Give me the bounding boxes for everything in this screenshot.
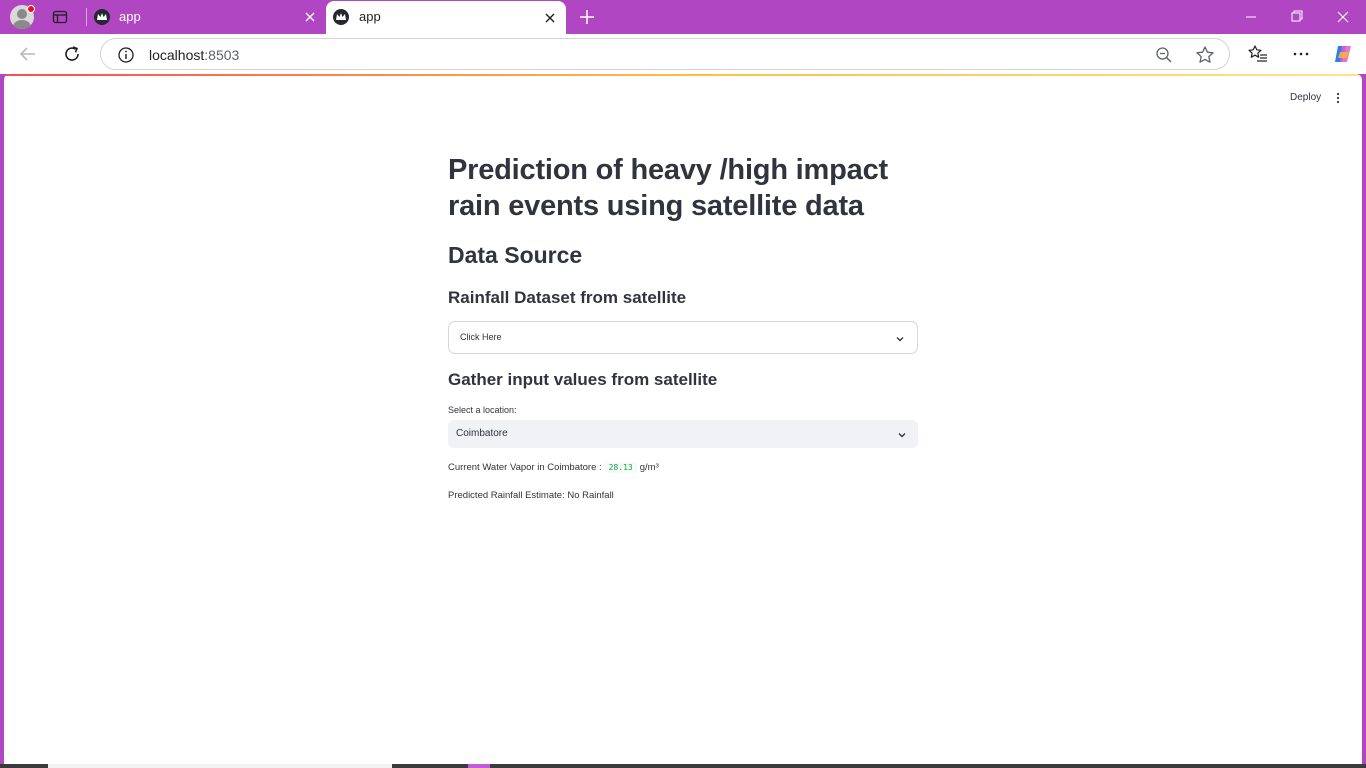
tab-close-icon[interactable] (542, 10, 558, 26)
location-label: Select a location: (448, 405, 517, 415)
browser-tab-2-active[interactable]: app (326, 1, 566, 34)
deploy-button[interactable]: Deploy (1290, 92, 1321, 103)
more-options-icon[interactable] (1291, 44, 1311, 64)
location-select-value: Coimbatore (456, 428, 508, 439)
rainfall-prediction-text: Predicted Rainfall Estimate: No Rainfall (448, 490, 614, 501)
browser-tab-1[interactable]: app (86, 0, 326, 34)
window-close-icon[interactable] (1320, 0, 1366, 34)
back-arrow-icon[interactable] (16, 42, 40, 66)
browser-toolbar: localhost:8503 (0, 34, 1366, 74)
main-menu-icon[interactable] (1332, 91, 1344, 104)
taskbar-edge (0, 764, 1366, 768)
streamlit-favicon-icon (94, 9, 110, 25)
streamlit-favicon-icon (333, 9, 349, 25)
favorite-star-icon[interactable] (1195, 45, 1215, 65)
water-vapor-value: 28.13 (604, 462, 637, 473)
new-tab-plus-icon[interactable] (578, 8, 596, 26)
url-text[interactable]: localhost:8503 (149, 47, 239, 63)
water-vapor-unit: g/m³ (639, 462, 659, 473)
window-minimize-icon[interactable] (1228, 0, 1274, 34)
location-select[interactable]: Coimbatore (448, 420, 918, 448)
browser-titlebar: app app (0, 0, 1366, 34)
favorites-list-icon[interactable] (1248, 44, 1268, 64)
tab-title: app (119, 9, 141, 24)
dataset-select-value: Click Here (460, 332, 502, 342)
notification-dot (27, 5, 35, 13)
water-vapor-readout: Current Water Vapor in Coimbatore :28.13… (448, 462, 659, 473)
tab-title: app (359, 9, 381, 24)
reload-icon[interactable] (60, 42, 84, 66)
gather-input-heading: Gather input values from satellite (448, 370, 718, 389)
rainfall-dataset-heading: Rainfall Dataset from satellite (448, 288, 687, 307)
header-decoration-bar (4, 74, 1362, 76)
water-vapor-label: Current Water Vapor in Coimbatore : (448, 462, 602, 473)
zoom-out-icon[interactable] (1155, 46, 1173, 64)
copilot-icon[interactable] (1332, 43, 1354, 65)
tab-close-icon[interactable] (302, 9, 318, 25)
data-source-heading: Data Source (448, 242, 583, 268)
address-bar[interactable]: localhost:8503 (100, 38, 1230, 70)
window-restore-icon[interactable] (1274, 0, 1320, 34)
page-viewport: Deploy Prediction of heavy /high impact … (4, 74, 1362, 764)
page-title: Prediction of heavy /high impact rain ev… (448, 154, 888, 222)
tab-actions-icon[interactable] (52, 9, 68, 25)
site-info-icon[interactable] (117, 46, 135, 64)
chevron-down-icon (894, 332, 906, 344)
chevron-down-icon (896, 428, 908, 440)
dataset-select[interactable]: Click Here (448, 321, 918, 354)
